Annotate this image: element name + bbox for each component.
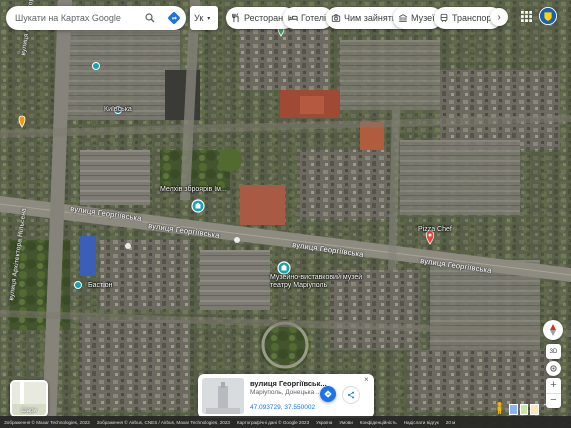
account-avatar[interactable] [539,7,557,25]
small-place-pin[interactable] [125,243,131,249]
directions-button[interactable] [320,386,336,402]
location-icon [550,365,557,372]
theatre-pin[interactable] [277,261,291,275]
chip-label: Ресторани [244,13,289,23]
card-subtitle: Маріуполь, Донецька ... [250,389,322,396]
card-title: вулиця Георгіївськ... [250,379,327,388]
chevron-down-icon: ▾ [207,15,211,22]
camera-icon [331,14,341,22]
building-icon [202,378,244,414]
street-view-thumbnail[interactable] [202,378,244,414]
small-place-pin[interactable] [74,281,82,289]
place-card[interactable]: вулиця Георгіївськ... Маріуполь, Донецьк… [198,374,374,418]
close-icon[interactable]: × [364,375,369,384]
restaurant-icon [232,13,239,23]
place-label-2[interactable]: Бастіон [88,282,113,289]
directions-icon [324,390,332,398]
imagery-thumb[interactable] [530,404,540,415]
pegman-icon[interactable] [496,402,503,414]
zoom-in-button[interactable]: + [546,378,561,393]
privacy-link[interactable]: Конфіденційність [360,420,397,425]
museum-icon [399,14,407,22]
small-place-pin[interactable] [92,62,100,70]
small-place-pin[interactable] [234,237,240,243]
directions-icon[interactable] [167,11,181,25]
apps-grid-icon[interactable] [521,11,532,22]
search-box[interactable] [6,6,186,30]
share-icon [348,391,354,399]
chip-label: Готелі [301,13,327,23]
map-thumbnail [12,382,46,404]
chip-label: Музеї [411,13,435,23]
my-location-button[interactable] [546,361,561,376]
attribution-text: Зображення © Maxar Technologies, 2023 [4,419,90,425]
transit-icon [440,13,448,22]
search-icon[interactable] [144,12,156,24]
place-label-1[interactable]: Київська [104,106,132,113]
chevron-right-icon: › [497,11,501,23]
attribution-text: Картографічні дані © Google 2023 [236,419,310,425]
chips-next-button[interactable]: › [490,8,508,26]
terms-link[interactable]: Умови [339,420,352,425]
3d-toggle-button[interactable]: 3D [546,344,561,359]
attribution-text: Зображення © Airbus, CNES / Airbus, Maxa… [96,419,230,425]
search-input[interactable] [15,13,141,23]
compass-button[interactable] [543,320,563,340]
imagery-thumb[interactable] [519,404,529,415]
scale-label[interactable]: 20 м [446,420,456,425]
museum-label[interactable]: Мелхів зброярів Ім... [160,186,227,193]
expand-up-icon[interactable]: ⌃ [540,403,550,413]
hotel-icon [288,15,298,21]
chip-label: Транспорт [452,13,496,23]
language-label: Ук [194,13,204,23]
share-button[interactable] [342,386,360,404]
country-link[interactable]: Україна [316,420,332,425]
language-select[interactable]: Ук ▾ [190,6,218,30]
feedback-link[interactable]: Надіслати відгук [404,420,439,425]
compass-icon [550,324,556,336]
imagery-thumb[interactable] [509,404,518,415]
card-coordinates[interactable]: 47.093729, 37.550002 [250,404,315,411]
attribution-bar: Зображення © Maxar Technologies, 2023 Зо… [0,416,571,428]
museum-pin[interactable] [191,199,205,213]
layers-label: Шари [21,408,37,414]
layers-button[interactable]: Шари [10,380,48,417]
imagery-thumbnails [509,404,540,415]
theatre-label[interactable]: Музейно-виставковий музей театру Маріупо… [270,274,362,290]
restaurant-label[interactable]: Pizza Chef [418,226,452,233]
